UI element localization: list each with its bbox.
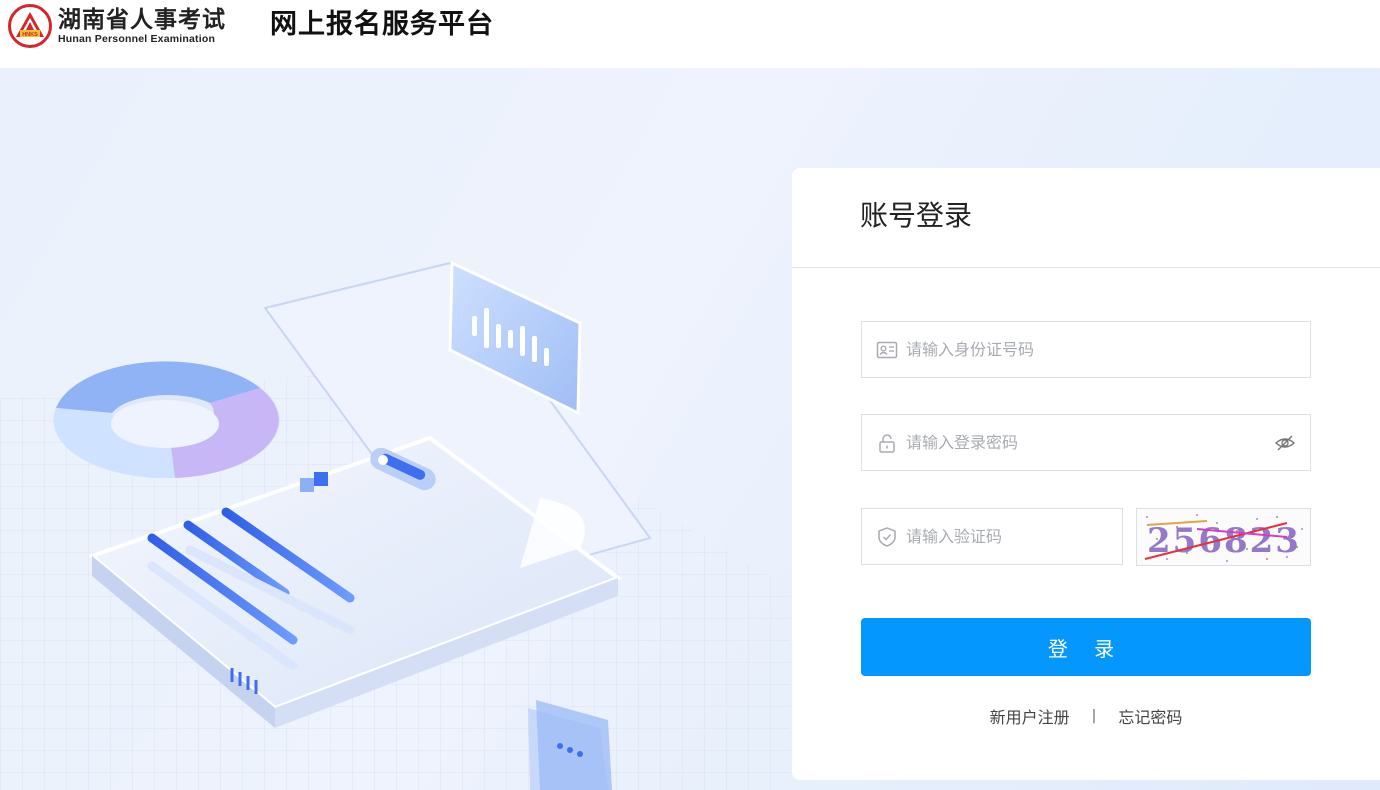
logo-emblem-icon: HNKS	[8, 4, 52, 48]
link-separator: |	[1091, 708, 1097, 724]
account-links: 新用户注册 | 忘记密码	[861, 704, 1311, 728]
password-input[interactable]	[906, 415, 1274, 470]
captcha-field[interactable]	[861, 508, 1123, 565]
shield-icon	[878, 526, 896, 547]
captcha-image[interactable]: 256823	[1136, 508, 1311, 566]
site-header: HNKS 湖南省人事考试 Hunan Personnel Examination…	[0, 0, 1380, 68]
id-number-input[interactable]	[906, 322, 1310, 377]
card-divider	[792, 267, 1380, 268]
platform-title: 网上报名服务平台	[270, 9, 494, 40]
captcha-input[interactable]	[906, 509, 1122, 564]
logo-english-name: Hunan Personnel Examination	[58, 33, 216, 45]
register-link[interactable]: 新用户注册	[990, 704, 1070, 728]
id-number-field[interactable]	[861, 321, 1311, 378]
id-card-icon	[876, 341, 898, 358]
isometric-illustration	[0, 260, 790, 790]
password-field[interactable]	[861, 414, 1311, 471]
logo-chinese-name: 湖南省人事考试	[58, 7, 226, 33]
svg-text:HNKS: HNKS	[22, 32, 38, 38]
site-logo[interactable]: HNKS 湖南省人事考试 Hunan Personnel Examination	[8, 3, 244, 49]
login-title: 账号登录	[860, 199, 973, 232]
forgot-password-link[interactable]: 忘记密码	[1118, 704, 1182, 728]
login-button[interactable]: 登 录	[861, 618, 1311, 676]
lock-icon	[879, 433, 895, 453]
login-card: 账号登录 请输入身份证号码 请输入验证码 256823 登 录 新用户注册 | …	[792, 168, 1380, 780]
eye-off-icon[interactable]	[1274, 432, 1296, 454]
svg-text:256823: 256823	[1147, 521, 1301, 561]
